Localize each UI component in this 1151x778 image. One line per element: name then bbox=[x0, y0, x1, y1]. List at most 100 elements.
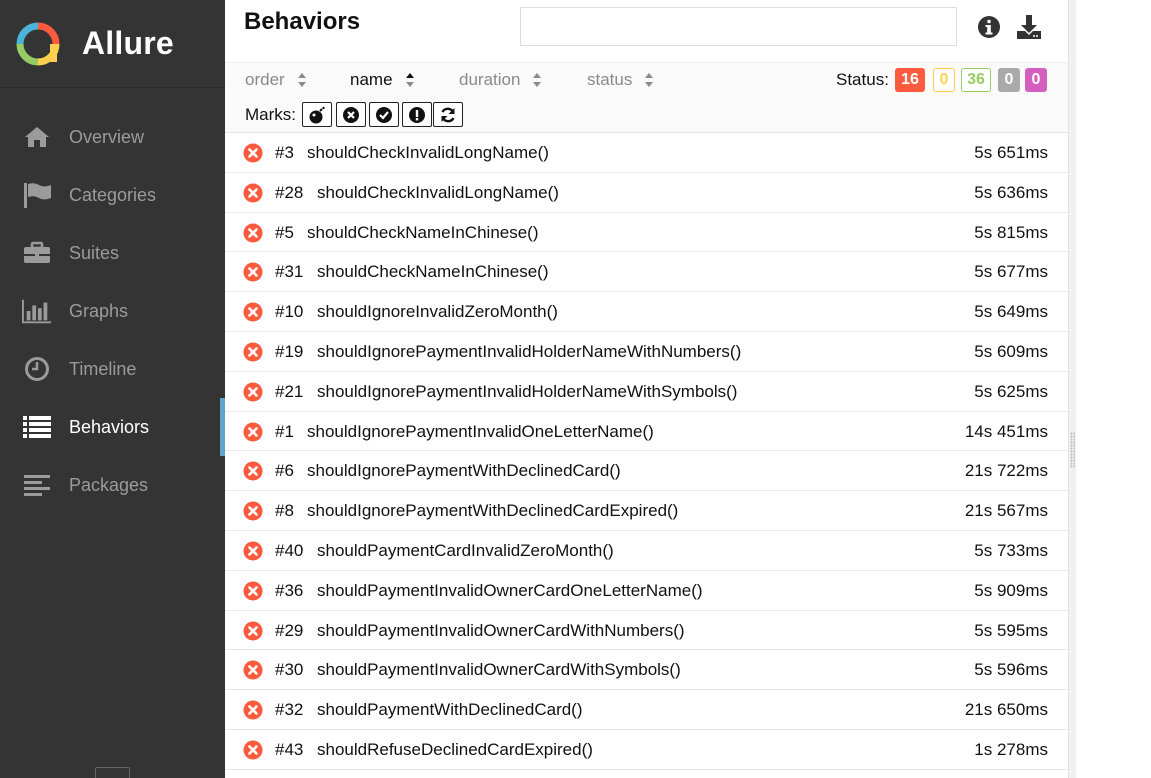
sort-status[interactable]: status bbox=[587, 70, 654, 90]
sort-name[interactable]: name bbox=[350, 70, 415, 90]
test-name: shouldIgnorePaymentWithDeclinedCardExpir… bbox=[307, 501, 679, 521]
test-name: shouldPaymentInvalidOwnerCardWithSymbols… bbox=[317, 660, 681, 680]
mark-retries-button[interactable] bbox=[433, 102, 463, 127]
status-badge-broken[interactable]: 0 bbox=[933, 68, 955, 92]
status-badge-skipped[interactable]: 0 bbox=[998, 68, 1020, 92]
table-row[interactable]: #6 shouldIgnorePaymentWithDeclinedCard() 2… bbox=[225, 451, 1068, 492]
sort-icon bbox=[297, 73, 306, 87]
download-icon[interactable] bbox=[1016, 14, 1042, 40]
page-title: Behaviors bbox=[244, 8, 361, 35]
sidebar-item-label: Categories bbox=[69, 184, 157, 205]
table-row[interactable]: #43 shouldRefuseDeclinedCardExpired() 1s 2… bbox=[225, 730, 1068, 770]
mark-new-broken-button[interactable] bbox=[402, 102, 432, 127]
header: Behaviors bbox=[225, 0, 1068, 62]
table-row[interactable]: #8 shouldIgnorePaymentWithDeclinedCardExp… bbox=[225, 491, 1068, 531]
flag-icon bbox=[22, 180, 52, 210]
test-number: #6 bbox=[275, 461, 294, 481]
table-row[interactable]: #5 shouldCheckNameInChinese() 5s 815ms bbox=[225, 213, 1068, 253]
test-number: #32 bbox=[275, 700, 304, 720]
failed-status-icon bbox=[243, 660, 263, 680]
collapse-sidebar-button[interactable] bbox=[95, 767, 130, 778]
table-row[interactable]: #3 shouldCheckInvalidLongName() 5s 651ms bbox=[225, 133, 1068, 173]
failed-status-icon bbox=[243, 143, 263, 163]
list-icon bbox=[22, 412, 52, 442]
test-duration: 5s 636ms bbox=[974, 182, 1048, 202]
failed-status-icon bbox=[243, 223, 263, 243]
test-list: #3 shouldCheckInvalidLongName() 5s 651ms #2… bbox=[225, 133, 1068, 770]
status-badge-unknown[interactable]: 0 bbox=[1025, 68, 1047, 92]
scrollbar-track[interactable] bbox=[1068, 0, 1076, 778]
sidebar-item-categories[interactable]: Categories bbox=[0, 166, 225, 224]
table-row[interactable]: #1 shouldIgnorePaymentInvalidOneLetterNam… bbox=[225, 412, 1068, 452]
test-name: shouldCheckNameInChinese() bbox=[317, 262, 549, 282]
test-name: shouldCheckInvalidLongName() bbox=[307, 143, 549, 162]
table-row[interactable]: #21 shouldIgnorePaymentInvalidHolderNameW… bbox=[225, 372, 1068, 412]
search-input[interactable] bbox=[520, 7, 957, 46]
mark-flaky-button[interactable] bbox=[302, 102, 332, 127]
sort-label: status bbox=[587, 70, 633, 89]
test-duration: 5s 595ms bbox=[974, 620, 1048, 640]
failed-status-icon bbox=[243, 183, 263, 203]
table-row[interactable]: #30 shouldPaymentInvalidOwnerCardWithSymb… bbox=[225, 650, 1068, 691]
table-row[interactable]: #36 shouldPaymentInvalidOwnerCardOneLette… bbox=[225, 571, 1068, 611]
check-circle-icon bbox=[376, 106, 392, 123]
test-duration: 1s 278ms bbox=[974, 739, 1048, 759]
test-duration: 5s 815ms bbox=[974, 222, 1048, 242]
bar-chart-icon bbox=[22, 296, 52, 326]
failed-status-icon bbox=[243, 382, 263, 402]
status-badge-failed[interactable]: 16 bbox=[895, 68, 925, 92]
test-duration: 21s 650ms bbox=[964, 700, 1048, 720]
test-number: #1 bbox=[275, 421, 294, 441]
sidebar-item-packages[interactable]: Packages bbox=[0, 456, 225, 514]
status-filter-label: Status: bbox=[836, 70, 889, 89]
test-name: shouldPaymentInvalidOwnerCardWithNumbers… bbox=[317, 620, 685, 640]
mark-new-passed-button[interactable] bbox=[369, 102, 399, 127]
brand[interactable]: Allure bbox=[0, 0, 225, 88]
info-icon[interactable] bbox=[976, 14, 1002, 40]
test-name: shouldRefuseDeclinedCardExpired() bbox=[317, 739, 593, 759]
main-panel: Behaviors order name duration status Sta… bbox=[225, 0, 1068, 778]
sort-label: name bbox=[350, 70, 393, 89]
test-number: #31 bbox=[275, 262, 304, 282]
failed-status-icon bbox=[243, 342, 263, 362]
sort-order[interactable]: order bbox=[245, 70, 307, 90]
table-row[interactable]: #19 shouldIgnorePaymentInvalidHolderNameW… bbox=[225, 332, 1068, 372]
test-duration: 5s 609ms bbox=[974, 341, 1048, 361]
x-circle-icon bbox=[343, 106, 359, 123]
scrollbar-grip[interactable] bbox=[1070, 432, 1075, 468]
test-duration: 14s 451ms bbox=[964, 421, 1048, 441]
table-row[interactable]: #29 shouldPaymentInvalidOwnerCardWithNumb… bbox=[225, 611, 1068, 651]
sidebar-item-behaviors[interactable]: Behaviors bbox=[0, 398, 225, 456]
test-number: #29 bbox=[275, 620, 304, 640]
failed-status-icon bbox=[243, 461, 263, 481]
sidebar-item-label: Timeline bbox=[69, 358, 137, 379]
status-badge-passed[interactable]: 36 bbox=[961, 68, 991, 92]
test-number: #3 bbox=[275, 143, 294, 162]
sidebar-item-graphs[interactable]: Graphs bbox=[0, 282, 225, 340]
home-icon bbox=[22, 122, 52, 152]
table-row[interactable]: #32 shouldPaymentWithDeclinedCard() 21s 65… bbox=[225, 690, 1068, 730]
table-row[interactable]: #31 shouldCheckNameInChinese() 5s 677ms bbox=[225, 252, 1068, 293]
test-duration: 5s 651ms bbox=[974, 143, 1048, 162]
sort-duration[interactable]: duration bbox=[459, 70, 542, 90]
test-number: #5 bbox=[275, 222, 294, 242]
sidebar-item-suites[interactable]: Suites bbox=[0, 224, 225, 282]
sidebar-item-timeline[interactable]: Timeline bbox=[0, 340, 225, 398]
mark-new-failed-button[interactable] bbox=[336, 102, 366, 127]
sidebar-item-overview[interactable]: Overview bbox=[0, 108, 225, 166]
test-name: shouldCheckInvalidLongName() bbox=[317, 182, 559, 202]
bomb-icon bbox=[309, 106, 325, 123]
test-number: #19 bbox=[275, 341, 304, 361]
table-row[interactable]: #28 shouldCheckInvalidLongName() 5s 636ms bbox=[225, 173, 1068, 213]
table-row[interactable]: #10 shouldIgnoreInvalidZeroMonth() 5s 649m… bbox=[225, 292, 1068, 332]
test-duration: 5s 649ms bbox=[974, 302, 1048, 322]
sort-asc-icon bbox=[405, 73, 414, 87]
test-name: shouldIgnorePaymentInvalidHolderNameWith… bbox=[317, 381, 738, 401]
table-row[interactable]: #40 shouldPaymentCardInvalidZeroMonth() 5s… bbox=[225, 531, 1068, 571]
sidebar-item-label: Behaviors bbox=[69, 416, 150, 437]
test-duration: 21s 567ms bbox=[964, 501, 1048, 521]
failed-status-icon bbox=[243, 262, 263, 282]
sidebar-item-label: Graphs bbox=[69, 300, 129, 321]
test-number: #36 bbox=[275, 580, 304, 600]
sidebar-nav: Overview Categories Suites Graphs Timeli… bbox=[0, 108, 225, 514]
